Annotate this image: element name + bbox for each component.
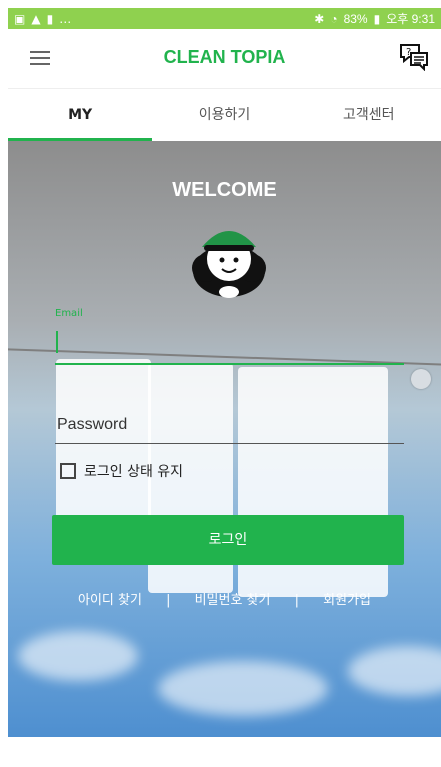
- find-id-link[interactable]: 아이디 찾기: [68, 593, 152, 608]
- divider: |: [294, 593, 300, 608]
- signup-link[interactable]: 회원가입: [313, 593, 381, 608]
- tab-use[interactable]: 이용하기: [152, 89, 296, 141]
- welcome-title: WELCOME: [172, 179, 277, 201]
- account-links: 아이디 찾기 | 비밀번호 찾기 | 회원가입: [8, 589, 441, 608]
- app-bar: CLEAN TOPIA ?: [8, 29, 441, 89]
- wifi-icon: ◔: [330, 11, 338, 26]
- remember-checkbox[interactable]: [60, 463, 76, 479]
- password-field[interactable]: [55, 407, 404, 444]
- email-label: Email: [55, 308, 83, 319]
- battery-percent: 83%: [343, 11, 368, 26]
- cast-icon: ▣: [14, 11, 26, 26]
- email-field[interactable]: [55, 325, 404, 365]
- screen: ▣ ▲ ▮ … ✱ ◔ 83% ▮ 오후 9:31 CLEAN TOPIA ?: [0, 0, 441, 767]
- signal-icon: ▮: [46, 11, 54, 26]
- tab-bar: MY 이용하기 고객센터: [8, 89, 441, 141]
- scroll-indicator[interactable]: [411, 369, 431, 389]
- tab-my[interactable]: MY: [8, 89, 153, 141]
- status-bar: ▣ ▲ ▮ … ✱ ◔ 83% ▮ 오후 9:31: [8, 8, 441, 29]
- support-chat-icon[interactable]: ?: [397, 41, 431, 71]
- laundry-shirt: [56, 359, 151, 539]
- status-right: ✱ ◔ 83% ▮ 오후 9:31: [314, 10, 435, 27]
- login-hero: WELCOME Email 로그인 상태 유지 로그인 아이디 찾기 | 비밀번: [8, 141, 441, 737]
- find-password-link[interactable]: 비밀번호 찾기: [185, 593, 281, 608]
- bluetooth-icon: ✱: [314, 11, 325, 26]
- remember-login[interactable]: 로그인 상태 유지: [60, 461, 183, 481]
- time: 오후 9:31: [386, 12, 435, 26]
- remember-label: 로그인 상태 유지: [84, 464, 184, 480]
- more-icon: …: [59, 11, 72, 26]
- cloud: [158, 661, 328, 716]
- warning-icon: ▲: [31, 11, 41, 26]
- tab-support[interactable]: 고객센터: [297, 89, 441, 141]
- mascot-logo-icon: [192, 231, 266, 298]
- app-title: CLEAN TOPIA: [163, 47, 286, 67]
- login-button[interactable]: 로그인: [52, 515, 404, 565]
- divider: |: [166, 593, 171, 608]
- cloud: [18, 631, 138, 681]
- battery-icon: ▮: [373, 11, 381, 26]
- status-left: ▣ ▲ ▮ …: [14, 12, 71, 26]
- cloud: [348, 646, 441, 696]
- text-cursor: [56, 331, 58, 353]
- bottom-edge: [8, 737, 441, 767]
